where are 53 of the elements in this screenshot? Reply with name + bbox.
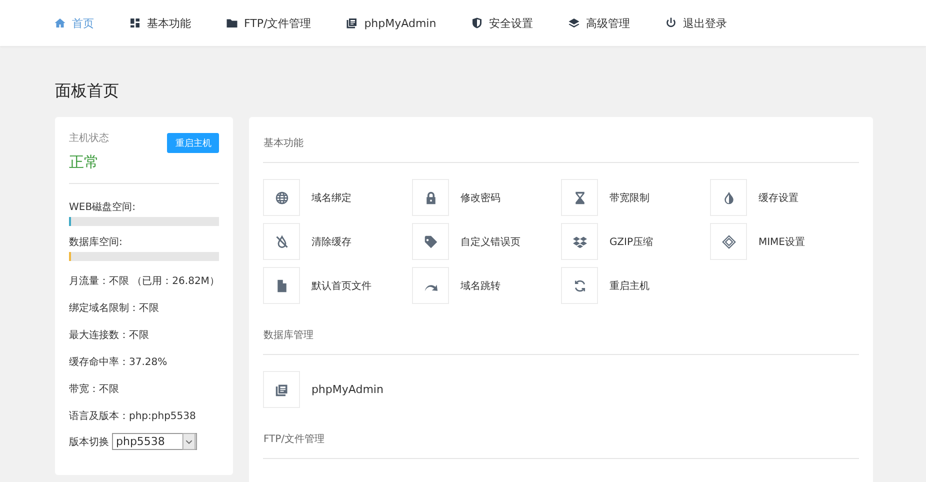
power-icon [665,17,678,29]
feature-link[interactable]: 带宽限制 [561,179,710,216]
document-stack-icon [274,382,289,396]
shield-icon [471,17,484,29]
feature-link[interactable]: 域名绑定 [263,179,412,216]
home-icon [54,17,66,29]
stat-text: 最大连接数：不限 [69,328,150,342]
nav-item[interactable]: phpMyAdmin [346,16,436,30]
stat-text: 月流量：不限 （已用：26.82M） [69,274,220,288]
feature-link[interactable]: MIME设置 [710,223,860,260]
feature-link[interactable]: phpMyAdmin [263,371,412,408]
feature-link[interactable]: 域名跳转 [412,267,562,304]
dropdown-caret-icon [182,433,196,450]
nav-item[interactable]: 基本功能 [129,16,191,30]
hourglass-icon [572,190,587,204]
feature-link[interactable]: 缓存设置 [710,179,860,216]
feature-link[interactable]: 自定义错误页 [412,223,562,260]
version-switch-label: 版本切换 [69,436,109,448]
document-stack-icon [346,17,358,29]
lock-icon [424,190,438,204]
stat-text: 缓存命中率：37.28% [69,356,168,369]
layers-icon [568,17,580,29]
feature-link[interactable]: 清除缓存 [263,223,412,260]
nav-item[interactable]: 高级管理 [568,16,630,30]
drop-icon [722,190,736,204]
nav-item[interactable]: 退出登录 [665,16,728,30]
feature-link[interactable]: GZIP压缩 [561,223,710,260]
section-title: 数据库管理 [263,328,860,355]
grid-icon [129,17,141,29]
stat-text: 带宽：不限 [69,382,120,396]
cube-icon [722,234,736,248]
globe-icon [274,190,289,204]
meter-label: WEB磁盘空间: [69,200,136,214]
stat-text: 绑定域名限制：不限 [69,302,160,315]
section-title: FTP/文件管理 [263,432,860,459]
host-status-value: 正常 [69,153,100,172]
host-status-label: 主机状态 [69,132,109,145]
stat-text: 语言及版本：php:php5538 [69,410,197,423]
feature-link[interactable]: 默认首页文件 [263,267,412,304]
nav-item[interactable]: FTP/文件管理 [226,16,312,30]
boxes-icon [572,234,587,248]
feature-link[interactable]: 重启主机 [561,267,710,304]
meter-label: 数据库空间: [69,236,124,249]
section-title: 基本功能 [263,136,860,163]
feature-link[interactable]: 修改密码 [412,179,562,216]
crossed-drop-icon [274,234,289,248]
refresh-icon [572,278,587,292]
page-title: 面板首页 [55,81,120,102]
nav-item[interactable]: 安全设置 [471,16,534,30]
folder-icon [226,17,238,29]
version-select[interactable]: php5538 [112,433,197,450]
tag-icon [424,234,438,248]
file-icon [274,278,289,292]
